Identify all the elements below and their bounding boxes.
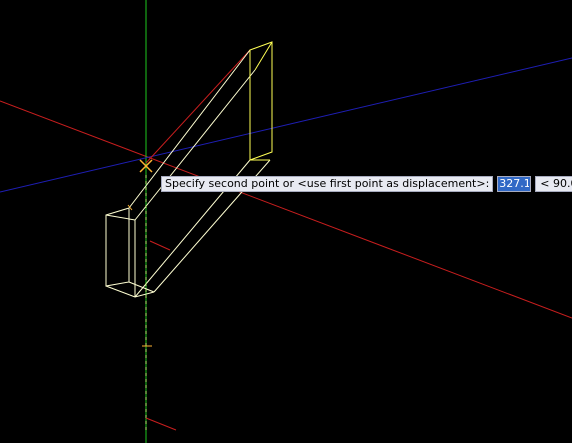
dynamic-input-tooltip: Specify second point or <use first point… [161,176,572,192]
model-space-canvas[interactable] [0,0,572,443]
base-tick [145,417,177,431]
distance-input[interactable] [497,176,532,192]
command-prompt-text: Specify second point or <use first point… [161,176,494,192]
drawing-viewport[interactable]: Specify second point or <use first point… [0,0,572,443]
angle-display[interactable]: < 90.00° [535,176,572,192]
highlighted-end-face [249,41,273,161]
x-axis-line [0,100,572,319]
wireframe-object [105,49,271,298]
z-axis-line [0,57,572,193]
red-guide-line [149,240,171,251]
